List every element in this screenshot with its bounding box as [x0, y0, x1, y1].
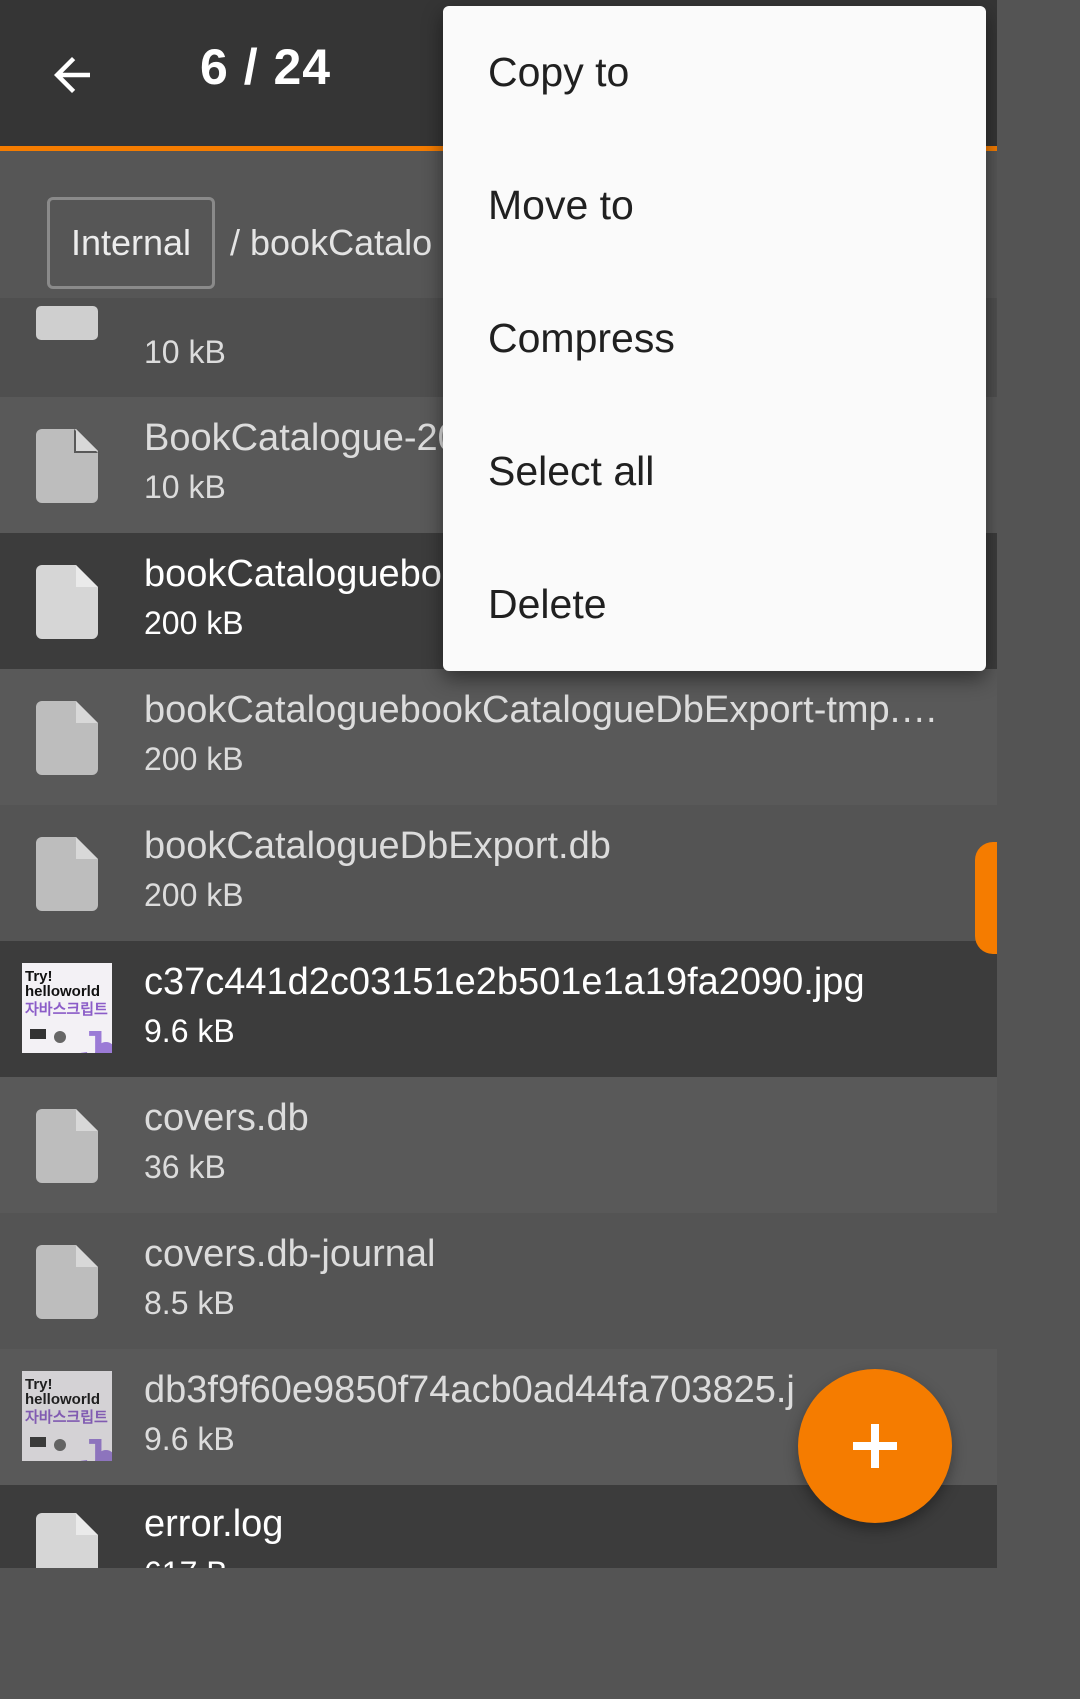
- file-icon: [36, 701, 98, 775]
- breadcrumb-path[interactable]: / bookCatalo: [230, 222, 432, 264]
- file-icon: [36, 837, 98, 911]
- file-name: c37c441d2c03151e2b501e1a19fa2090.jpg: [144, 961, 865, 1003]
- menu-item-delete[interactable]: Delete: [443, 538, 986, 671]
- file-size: 617 B: [144, 1555, 228, 1568]
- file-size: 8.5 kB: [144, 1285, 235, 1321]
- overflow-menu: Copy to Move to Compress Select all Dele…: [443, 6, 986, 671]
- list-item[interactable]: bookCatalogueDbExport.db 200 kB: [0, 805, 997, 941]
- file-name: covers.db: [144, 1097, 309, 1139]
- file-name: db3f9f60e9850f74acb0ad44fa703825.j: [144, 1369, 795, 1411]
- menu-item-copy-to[interactable]: Copy to: [443, 6, 986, 139]
- svg-text:자바스크립트: 자바스크립트: [25, 1000, 108, 1018]
- file-name: bookCatalogueDbExport.db: [144, 825, 611, 867]
- file-name: bookCataloguebookCatalogueDbExport-tmp.…: [144, 689, 939, 731]
- file-name: error.log: [144, 1503, 284, 1545]
- file-size: 9.6 kB: [144, 1421, 235, 1457]
- menu-item-select-all[interactable]: Select all: [443, 405, 986, 538]
- file-size: 200 kB: [144, 741, 244, 777]
- file-size: 9.6 kB: [144, 1013, 235, 1049]
- storage-chip-internal[interactable]: Internal: [47, 197, 215, 289]
- list-item[interactable]: Try! helloworld 자바스크립트 J c37c441d2c03151…: [0, 941, 997, 1077]
- file-size: 10 kB: [144, 469, 226, 505]
- menu-item-compress[interactable]: Compress: [443, 272, 986, 405]
- list-item[interactable]: covers.db-journal 8.5 kB: [0, 1213, 997, 1349]
- file-name: covers.db-journal: [144, 1233, 436, 1275]
- image-thumbnail: Try! helloworld 자바스크립트 J: [22, 963, 112, 1053]
- selection-count: 6 / 24: [200, 39, 332, 95]
- file-icon: [36, 1109, 98, 1183]
- svg-text:자바스크립트: 자바스크립트: [25, 1408, 108, 1426]
- file-size: 10 kB: [144, 334, 226, 370]
- plus-icon: [853, 1424, 897, 1468]
- folder-icon: [36, 306, 98, 340]
- svg-text:helloworld: helloworld: [25, 983, 100, 1000]
- fast-scroll-handle[interactable]: [975, 842, 997, 954]
- file-icon: [36, 1245, 98, 1319]
- file-size: 200 kB: [144, 877, 244, 913]
- file-icon: [36, 565, 98, 639]
- back-button[interactable]: [30, 33, 114, 117]
- file-manager-screen: 6 / 24 Internal / bookCatalo 10 kB BookC…: [0, 0, 997, 1568]
- arrow-back-icon: [54, 57, 90, 93]
- add-button[interactable]: [798, 1369, 952, 1523]
- svg-text:helloworld: helloworld: [25, 1391, 100, 1408]
- list-item[interactable]: bookCataloguebookCatalogueDbExport-tmp.……: [0, 669, 997, 805]
- menu-item-move-to[interactable]: Move to: [443, 139, 986, 272]
- file-icon: [36, 429, 98, 503]
- file-size: 200 kB: [144, 605, 244, 641]
- file-icon: [36, 1513, 98, 1568]
- list-item[interactable]: covers.db 36 kB: [0, 1077, 997, 1213]
- image-thumbnail: Try! helloworld 자바스크립트 J: [22, 1371, 112, 1461]
- file-size: 36 kB: [144, 1149, 226, 1185]
